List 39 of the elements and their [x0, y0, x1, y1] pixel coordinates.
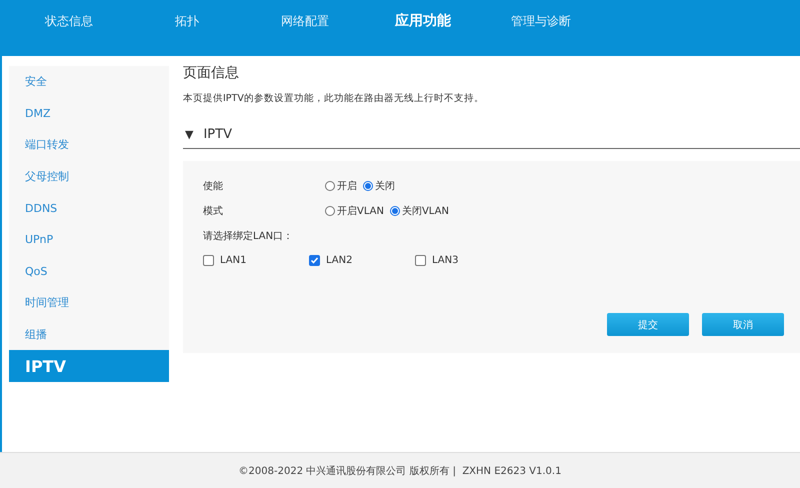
sidebar-item[interactable]: 组播: [9, 318, 169, 350]
radio-button[interactable]: [325, 180, 335, 190]
sidebar-item[interactable]: DMZ: [9, 98, 169, 130]
sidebar-item[interactable]: DDNS: [9, 192, 169, 224]
field-label: 模式: [203, 204, 224, 218]
sidebar-item[interactable]: 安全: [9, 66, 169, 98]
action-button[interactable]: 取消: [702, 313, 784, 336]
sidebar-item[interactable]: IPTV: [9, 350, 169, 382]
nav-tab[interactable]: 拓扑: [128, 11, 246, 31]
checkbox-label: LAN3: [432, 255, 458, 266]
footer-text: ©2008-2022 中兴通讯股份有限公司 版权所有 | ZXHN E2623 V1.0.1: [0, 452, 800, 488]
radio-label: 开启VLAN: [337, 204, 384, 218]
nav-tab[interactable]: 应用功能: [364, 11, 482, 31]
nav-tab[interactable]: 管理与诊断: [482, 11, 600, 31]
checkbox[interactable]: [309, 255, 320, 266]
checkbox[interactable]: [203, 255, 214, 266]
radio-label: 开启: [337, 180, 357, 192]
checkbox[interactable]: [415, 255, 426, 266]
sidebar-item[interactable]: QoS: [9, 256, 169, 288]
radio-button[interactable]: [325, 206, 335, 216]
nav-tab[interactable]: 网络配置: [246, 11, 364, 31]
checkbox-label: LAN1: [220, 255, 246, 266]
section-title: IPTV: [203, 127, 232, 142]
page-title: 页面信息: [183, 64, 240, 82]
sidebar-item[interactable]: UPnP: [9, 224, 169, 256]
sidebar-item[interactable]: 时间管理: [9, 287, 169, 319]
checkbox-label: LAN2: [326, 255, 352, 266]
radio-button[interactable]: [390, 206, 400, 216]
sidebar-item[interactable]: 父母控制: [9, 160, 169, 192]
action-button[interactable]: 提交: [607, 313, 689, 336]
collapse-toggle[interactable]: ▼: [185, 128, 194, 141]
nav-tab[interactable]: 状态信息: [10, 11, 128, 31]
radio-button[interactable]: [363, 180, 373, 190]
radio-label: 关闭: [375, 180, 395, 192]
sidebar-item[interactable]: 端口转发: [9, 129, 169, 161]
lan-prompt: 请选择绑定LAN口：: [203, 230, 294, 242]
radio-label: 关闭VLAN: [402, 204, 449, 218]
page-description: 本页提供IPTV的参数设置功能，此功能在路由器无线上行时不支持。: [183, 92, 485, 105]
field-label: 使能: [203, 180, 224, 192]
